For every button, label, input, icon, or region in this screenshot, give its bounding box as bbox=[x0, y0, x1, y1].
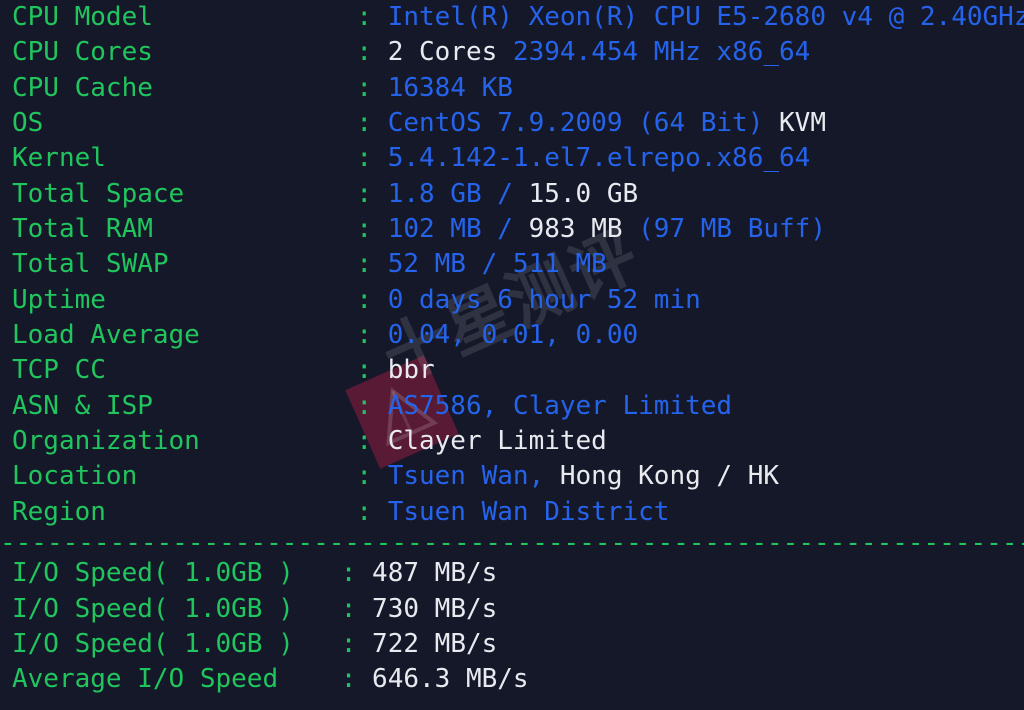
io-speed-value: 722 MB/s bbox=[372, 628, 498, 659]
row-colon: : bbox=[340, 558, 373, 589]
row-colon: : bbox=[356, 390, 388, 421]
io-speed-value: 487 MB/s bbox=[372, 558, 498, 589]
system-info-label: Kernel bbox=[12, 143, 357, 174]
system-info-label: TCP CC bbox=[12, 355, 357, 386]
system-info-value: AS7586, Clayer Limited bbox=[387, 390, 733, 421]
system-info-value: 15.0 GB bbox=[528, 178, 639, 209]
system-info-row: CPU Cache : 16384 KB bbox=[0, 71, 1024, 106]
row-colon: : bbox=[356, 178, 388, 209]
system-info-row: Uptime : 0 days 6 hour 52 min bbox=[0, 283, 1024, 318]
system-info-label: Organization bbox=[12, 426, 357, 457]
io-speed-label: Average I/O Speed bbox=[12, 664, 341, 695]
row-colon: : bbox=[356, 72, 388, 103]
io-speed-row: Average I/O Speed : 646.3 MB/s bbox=[0, 662, 1024, 697]
terminal-output: CPU Model : Intel(R) Xeon(R) CPU E5-2680… bbox=[0, 0, 1024, 698]
system-info-label: Total Space bbox=[12, 178, 357, 209]
io-speed-row: I/O Speed( 1.0GB ) : 730 MB/s bbox=[0, 592, 1024, 627]
system-info-value: CentOS 7.9.2009 (64 Bit) bbox=[387, 108, 780, 139]
terminal-window: 十星测评 CPU Model : Intel(R) Xeon(R) CPU E5… bbox=[0, 0, 1024, 710]
row-colon: : bbox=[356, 214, 388, 245]
row-colon: : bbox=[356, 108, 388, 139]
section-separator: ----------------------------------------… bbox=[0, 530, 1024, 557]
system-info-value: 52 MB / 511 MB bbox=[387, 249, 607, 280]
system-info-value: Intel(R) Xeon(R) CPU E5-2680 v4 @ 2.40GH… bbox=[387, 2, 1024, 32]
row-colon: : bbox=[356, 249, 388, 280]
system-info-row: Total Space : 1.8 GB / 15.0 GB bbox=[0, 177, 1024, 212]
row-colon: : bbox=[356, 284, 388, 315]
system-info-value: 16384 KB bbox=[387, 72, 513, 103]
system-info-label: Load Average bbox=[12, 320, 357, 351]
system-info-value: KVM bbox=[779, 108, 826, 139]
system-info-label: ASN & ISP bbox=[12, 390, 357, 421]
system-info-label: Uptime bbox=[12, 284, 357, 315]
system-info-value: 102 MB / bbox=[387, 214, 529, 245]
io-speed-label: I/O Speed( 1.0GB ) bbox=[12, 628, 341, 659]
io-speed-label: I/O Speed( 1.0GB ) bbox=[12, 558, 341, 589]
system-info-value: Clayer Limited bbox=[387, 426, 607, 457]
system-info-row: Organization : Clayer Limited bbox=[0, 424, 1024, 459]
io-speed-value: 646.3 MB/s bbox=[372, 664, 529, 695]
system-info-label: Region bbox=[12, 496, 357, 527]
row-colon: : bbox=[356, 426, 388, 457]
system-info-label: OS bbox=[12, 108, 357, 139]
system-info-value: 0.04, 0.01, 0.00 bbox=[387, 320, 639, 351]
system-info-row: TCP CC : bbr bbox=[0, 353, 1024, 388]
system-info-label: CPU Model bbox=[12, 2, 357, 32]
system-info-value: Tsuen Wan District bbox=[387, 496, 670, 527]
system-info-value: Hong Kong / HK bbox=[559, 461, 780, 492]
system-info-label: CPU Cores bbox=[12, 37, 357, 68]
io-speed-label: I/O Speed( 1.0GB ) bbox=[12, 593, 341, 624]
system-info-row: Location : Tsuen Wan, Hong Kong / HK bbox=[0, 459, 1024, 494]
system-info-value: 0 days 6 hour 52 min bbox=[387, 284, 701, 315]
system-info-value: 1.8 GB / bbox=[387, 178, 529, 209]
system-info-row: Region : Tsuen Wan District bbox=[0, 495, 1024, 530]
row-colon: : bbox=[340, 664, 373, 695]
system-info-row: OS : CentOS 7.9.2009 (64 Bit) KVM bbox=[0, 106, 1024, 141]
system-info-value: 5.4.142-1.el7.elrepo.x86_64 bbox=[387, 143, 811, 174]
system-info-value: 983 MB bbox=[528, 214, 623, 245]
row-colon: : bbox=[356, 320, 388, 351]
system-info-row: Total SWAP : 52 MB / 511 MB bbox=[0, 247, 1024, 282]
row-colon: : bbox=[340, 628, 373, 659]
system-info-label: Location bbox=[12, 461, 357, 492]
row-colon: : bbox=[356, 143, 388, 174]
row-colon: : bbox=[356, 496, 388, 527]
system-info-label: Total RAM bbox=[12, 214, 357, 245]
system-info-value: 2394.454 MHz x86_64 bbox=[512, 37, 811, 68]
system-info-row: CPU Cores : 2 Cores 2394.454 MHz x86_64 bbox=[0, 35, 1024, 70]
io-speed-row: I/O Speed( 1.0GB ) : 722 MB/s bbox=[0, 627, 1024, 662]
system-info-label: CPU Cache bbox=[12, 72, 357, 103]
separator-section: ----------------------------------------… bbox=[0, 530, 1024, 556]
row-colon: : bbox=[340, 593, 373, 624]
system-info-label: Total SWAP bbox=[12, 249, 357, 280]
row-colon: : bbox=[356, 2, 388, 32]
system-info-section: CPU Model : Intel(R) Xeon(R) CPU E5-2680… bbox=[0, 0, 1024, 530]
system-info-value: Tsuen Wan, bbox=[387, 461, 560, 492]
system-info-row: Load Average : 0.04, 0.01, 0.00 bbox=[0, 318, 1024, 353]
system-info-value: 2 Cores bbox=[387, 37, 513, 68]
row-colon: : bbox=[356, 461, 388, 492]
row-colon: : bbox=[356, 37, 388, 68]
io-speed-value: 730 MB/s bbox=[372, 593, 498, 624]
io-speed-section: I/O Speed( 1.0GB ) : 487 MB/s I/O Speed( … bbox=[0, 556, 1024, 697]
system-info-value: (97 MB Buff) bbox=[622, 214, 826, 245]
system-info-row: Kernel : 5.4.142-1.el7.elrepo.x86_64 bbox=[0, 141, 1024, 176]
system-info-row: ASN & ISP : AS7586, Clayer Limited bbox=[0, 389, 1024, 424]
system-info-row: Total RAM : 102 MB / 983 MB (97 MB Buff) bbox=[0, 212, 1024, 247]
system-info-value: bbr bbox=[387, 355, 435, 386]
row-colon: : bbox=[356, 355, 388, 386]
system-info-row: CPU Model : Intel(R) Xeon(R) CPU E5-2680… bbox=[0, 0, 1024, 35]
io-speed-row: I/O Speed( 1.0GB ) : 487 MB/s bbox=[0, 556, 1024, 591]
